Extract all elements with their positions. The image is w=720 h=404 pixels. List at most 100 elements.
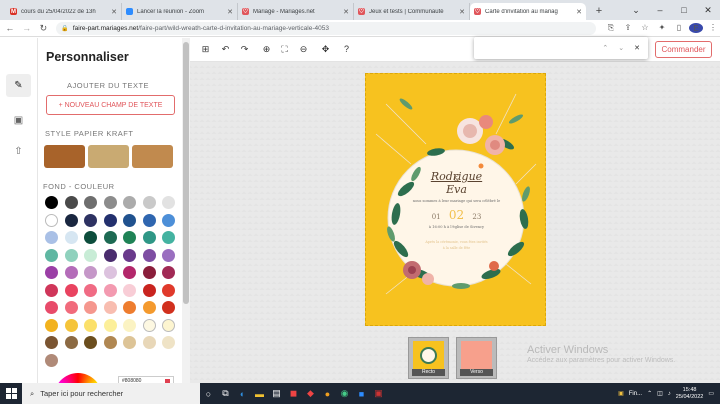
card-invite-line[interactable]: nous sommes à leur mariage qui sera célé… — [366, 199, 547, 203]
tab-close-icon[interactable]: ✕ — [111, 8, 117, 16]
card-name-2[interactable]: Eva — [366, 183, 547, 196]
browser-tab-4[interactable]: ♡ Jeux et tests | Communauté ✕ — [354, 3, 470, 20]
color-swatch[interactable] — [84, 196, 97, 209]
browser-tab-1[interactable]: Mcours du 25/04/2022 de 13h ✕ — [6, 3, 122, 20]
color-swatch[interactable] — [142, 336, 156, 349]
pdf-icon[interactable]: ▣ — [370, 383, 387, 404]
color-swatch[interactable] — [103, 248, 117, 262]
grid-icon[interactable]: ⊞ — [199, 43, 212, 56]
color-swatch[interactable] — [84, 318, 97, 332]
color-swatch[interactable] — [103, 196, 117, 209]
color-swatch[interactable] — [162, 301, 175, 314]
color-swatch[interactable] — [45, 231, 58, 244]
hex-color-input[interactable]: #808080 — [118, 376, 174, 383]
color-swatch[interactable] — [162, 196, 175, 209]
card-reply-line-2[interactable]: à la salle de fête — [366, 246, 547, 250]
color-swatch[interactable] — [84, 301, 97, 314]
close-window-icon[interactable]: ✕ — [696, 0, 720, 20]
image-icon[interactable]: ▣ — [6, 109, 31, 132]
find-next-icon[interactable]: ⌄ — [618, 44, 624, 52]
color-swatch[interactable] — [64, 248, 78, 262]
zoom-icon[interactable]: ■ — [353, 383, 370, 404]
color-swatch[interactable] — [84, 248, 97, 262]
color-swatch[interactable] — [142, 231, 156, 244]
new-text-field-button[interactable]: + NOUVEAU CHAMP DE TEXTE — [46, 95, 175, 115]
panel-scrollbar[interactable] — [182, 38, 190, 383]
zoom-out-icon[interactable]: ⊖ — [297, 43, 310, 56]
minimize-icon[interactable]: – — [648, 0, 672, 20]
thumbnail-recto[interactable]: Recto — [408, 337, 449, 379]
color-swatch[interactable] — [123, 336, 136, 349]
color-swatch[interactable] — [84, 336, 97, 349]
maximize-icon[interactable]: □ — [672, 0, 696, 20]
install-icon[interactable]: ⎘ — [604, 23, 618, 33]
color-swatch[interactable] — [123, 213, 136, 227]
fit-screen-icon[interactable]: ⛶ — [278, 43, 291, 56]
task-view-icon[interactable]: ⧉ — [217, 383, 234, 404]
color-swatch[interactable] — [162, 231, 175, 244]
color-swatch[interactable] — [103, 283, 117, 297]
color-swatch[interactable] — [162, 283, 175, 297]
color-swatch[interactable] — [64, 213, 78, 227]
color-swatch[interactable] — [162, 213, 175, 227]
color-swatch[interactable] — [84, 231, 97, 244]
color-swatch[interactable] — [45, 353, 58, 367]
order-button[interactable]: Commander — [655, 41, 712, 58]
color-swatch[interactable] — [64, 283, 78, 297]
reload-icon[interactable]: ↻ — [37, 23, 51, 34]
color-swatch[interactable] — [142, 318, 156, 332]
kraft-paper-swatch[interactable] — [44, 145, 85, 168]
store-icon[interactable]: ▤ — [268, 383, 285, 404]
color-swatch[interactable] — [162, 266, 175, 279]
office-icon[interactable]: ◼ — [285, 383, 302, 404]
color-swatch[interactable] — [103, 266, 117, 279]
find-close-icon[interactable]: ✕ — [634, 44, 640, 52]
color-swatch[interactable] — [64, 318, 78, 332]
windows-start-icon[interactable] — [0, 388, 22, 400]
browser-tab-5[interactable]: ♡ Carte d'invitation au mariag ✕ — [470, 3, 586, 20]
move-icon[interactable]: ✥ — [319, 43, 332, 56]
file-explorer-icon[interactable]: ▬ — [251, 383, 268, 404]
back-icon[interactable]: ← — [3, 23, 17, 33]
find-previous-icon[interactable]: ⌃ — [602, 44, 608, 52]
new-tab-button[interactable]: + — [592, 5, 606, 17]
color-swatch[interactable] — [123, 283, 136, 297]
undo-icon[interactable]: ↶ — [219, 43, 232, 56]
color-swatch[interactable] — [64, 301, 78, 314]
extensions-icon[interactable]: ✦ — [655, 23, 669, 33]
cortana-icon[interactable]: ○ — [200, 383, 217, 404]
color-swatch[interactable] — [123, 266, 136, 279]
volume-icon[interactable]: ♪ — [668, 391, 671, 397]
app-window-icon[interactable]: ▣ — [618, 390, 624, 397]
invitation-card[interactable]: Rodrigue & Eva nous sommes à leur mariag… — [365, 73, 546, 326]
browser-tab-3[interactable]: ♡ Mariage - Mariages.net ✕ — [238, 3, 354, 20]
chrome-icon[interactable]: ◉ — [336, 383, 353, 404]
upload-icon[interactable]: ⇧ — [6, 140, 31, 163]
color-swatch[interactable] — [142, 213, 156, 227]
help-icon[interactable]: ? — [340, 43, 353, 56]
edge-icon[interactable]: ◐ — [234, 383, 251, 404]
color-swatch[interactable] — [142, 301, 156, 314]
taskbar-app-label[interactable]: Fin... — [629, 391, 642, 397]
card-reply-line[interactable]: Après la cérémonie, vous êtes invités — [366, 240, 547, 244]
redo-icon[interactable]: ↷ — [238, 43, 251, 56]
color-swatch[interactable] — [162, 336, 175, 349]
tab-close-icon[interactable]: ✕ — [343, 8, 349, 16]
card-where-line[interactable]: à 16:00 h à l'église de Sivency — [366, 225, 547, 229]
color-swatch[interactable] — [64, 196, 78, 209]
color-swatch[interactable] — [162, 318, 175, 332]
kraft-paper-swatch[interactable] — [88, 145, 129, 168]
tab-close-icon[interactable]: ✕ — [459, 8, 465, 16]
notifications-icon[interactable]: ▭ — [708, 390, 714, 397]
tab-close-icon[interactable]: ✕ — [576, 8, 582, 16]
url-input[interactable]: 🔒 faire-part.mariages.net/faire-part/wil… — [56, 21, 596, 35]
browser-tab-2[interactable]: Lancer la réunion - Zoom ✕ — [122, 3, 238, 20]
sidepanel-icon[interactable]: ▯ — [672, 23, 686, 33]
color-swatch[interactable] — [64, 231, 78, 244]
color-swatch[interactable] — [142, 196, 156, 209]
profile-avatar[interactable]: E — [688, 23, 703, 33]
kraft-paper-swatch[interactable] — [132, 145, 173, 168]
network-icon[interactable]: ◫ — [657, 390, 663, 397]
color-swatch[interactable] — [123, 196, 136, 209]
tab-close-icon[interactable]: ✕ — [227, 8, 233, 16]
